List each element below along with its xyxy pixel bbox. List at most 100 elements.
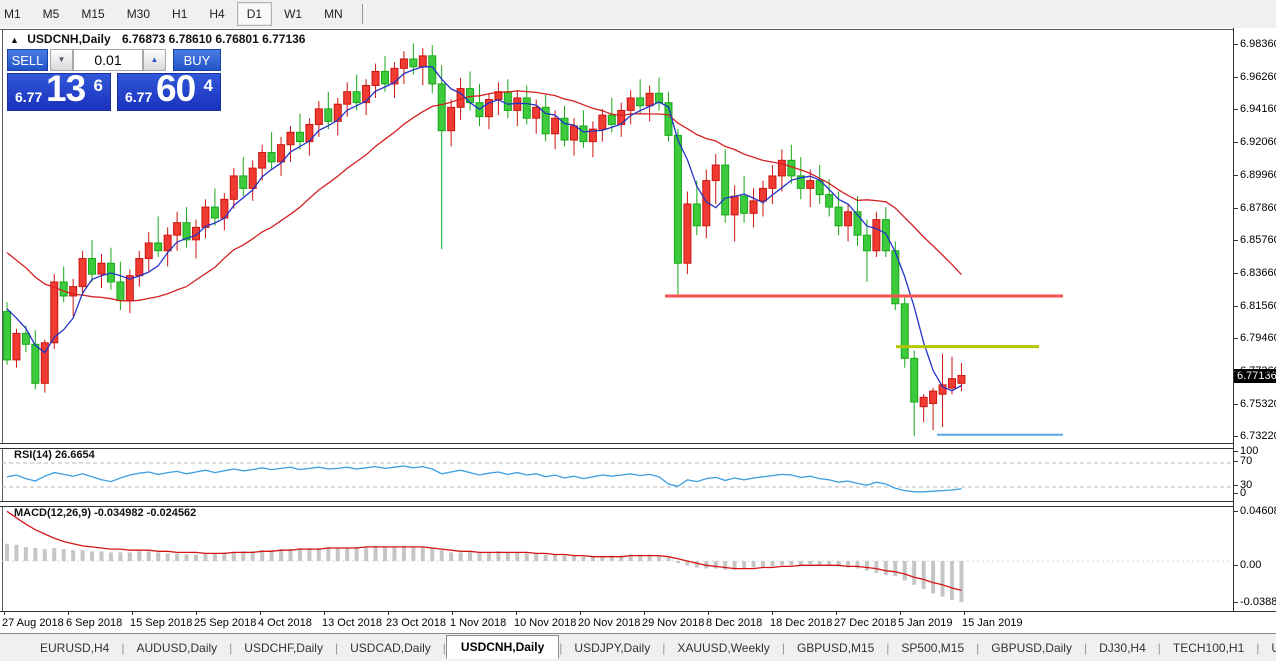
timeframe-button-h1[interactable]: H1 — [162, 2, 197, 26]
axis-tick — [1234, 208, 1238, 209]
sell-price-display[interactable]: 6.77 13 6 — [7, 73, 111, 111]
price-axis-label: 6.89960 — [1240, 169, 1276, 181]
date-axis-label: 20 Nov 2018 — [578, 617, 640, 629]
axis-tick — [1234, 485, 1238, 486]
sell-button[interactable]: SELL — [7, 49, 48, 71]
date-axis-label: 10 Nov 2018 — [514, 617, 576, 629]
axis-tick — [1234, 404, 1238, 405]
sell-price-small: 6.77 — [15, 89, 42, 105]
chart-title: ▲ USDCNH,Daily 6.76873 6.78610 6.76801 6… — [10, 32, 305, 46]
price-axis[interactable]: 6.77136 6.983606.962606.941606.920606.89… — [1233, 28, 1276, 611]
symbol-tab-gbpusd[interactable]: GBPUSD,M15 — [785, 637, 886, 659]
axis-tick — [1234, 511, 1238, 512]
macd-indicator-pane[interactable] — [0, 505, 1233, 611]
axis-tick — [1234, 44, 1238, 45]
chart-symbol-title: USDCNH,Daily — [27, 32, 110, 46]
timeframe-button-h4[interactable]: H4 — [199, 2, 234, 26]
price-axis-label: 6.94160 — [1240, 103, 1276, 115]
axis-tick — [1234, 565, 1238, 566]
date-axis-tick — [708, 612, 709, 615]
buy-price-pip: 4 — [204, 76, 213, 96]
date-axis-label: 6 Sep 2018 — [66, 617, 122, 629]
price-axis-label: 6.79460 — [1240, 332, 1276, 344]
date-axis-label: 27 Dec 2018 — [834, 617, 896, 629]
collapse-panel-icon[interactable]: ▲ — [10, 35, 19, 45]
symbol-tab-usdcad[interactable]: USDCAD,Daily — [338, 637, 443, 659]
date-axis-tick — [260, 612, 261, 615]
date-axis-label: 25 Sep 2018 — [194, 617, 256, 629]
axis-tick — [1234, 461, 1238, 462]
price-axis-label: 6.75320 — [1240, 398, 1276, 410]
chart-ohlc-values: 6.76873 6.78610 6.76801 6.77136 — [122, 32, 306, 46]
date-axis-tick — [388, 612, 389, 615]
timeframe-button-m5[interactable]: M5 — [33, 2, 70, 26]
price-axis-label: 6.83660 — [1240, 267, 1276, 279]
axis-tick — [1234, 306, 1238, 307]
date-axis-tick — [196, 612, 197, 615]
symbol-tab-audusd[interactable]: AUDUSD,Daily — [124, 637, 229, 659]
symbol-tab-sp500[interactable]: SP500,M15 — [889, 637, 976, 659]
axis-tick — [1234, 273, 1238, 274]
toolbar-separator — [362, 4, 366, 24]
timeframe-button-mn[interactable]: MN — [314, 2, 353, 26]
macd-axis-label: -0.038842 — [1240, 596, 1276, 608]
axis-tick — [1234, 142, 1238, 143]
price-axis-label: 6.77360 — [1240, 365, 1276, 377]
axis-tick — [1234, 109, 1238, 110]
date-axis[interactable]: 27 Aug 20186 Sep 2018 15 Sep 201825 Sep 2… — [0, 611, 1276, 634]
symbol-tab-xauusd[interactable]: XAUUSD,Weekly — [665, 637, 781, 659]
rsi-axis-label: 70 — [1240, 455, 1252, 467]
axis-tick — [1234, 338, 1238, 339]
price-axis-label: 6.81560 — [1240, 300, 1276, 312]
price-axis-label: 6.98360 — [1240, 38, 1276, 50]
one-click-trade-panel: SELL ▼ 0.01 ▲ BUY 6.77 13 6 6.77 60 4 — [7, 49, 221, 111]
date-axis-label: 29 Nov 2018 — [642, 617, 704, 629]
rsi-indicator-pane[interactable] — [0, 447, 1233, 501]
timeframe-button-w1[interactable]: W1 — [274, 2, 312, 26]
price-axis-label: 6.87860 — [1240, 202, 1276, 214]
timeframe-button-m1[interactable]: M1 — [0, 2, 31, 26]
symbol-tab-tech100[interactable]: TECH100,H1 — [1161, 637, 1256, 659]
date-axis-tick — [772, 612, 773, 615]
rsi-axis-label: 0 — [1240, 487, 1246, 499]
symbol-tab-gbpusd[interactable]: GBPUSD,Daily — [979, 637, 1084, 659]
symbol-tab-usdcnh[interactable]: USDCNH,Daily — [446, 635, 559, 659]
buy-price-small: 6.77 — [125, 89, 152, 105]
date-axis-tick — [516, 612, 517, 615]
macd-axis-label: 0.04608 — [1240, 505, 1276, 517]
axis-tick — [1234, 451, 1238, 452]
buy-price-big: 60 — [156, 68, 195, 110]
buy-price-display[interactable]: 6.77 60 4 — [117, 73, 221, 111]
date-axis-label: 5 Jan 2019 — [898, 617, 952, 629]
axis-tick — [1234, 175, 1238, 176]
rsi-label: RSI(14) 26.6654 — [14, 449, 95, 461]
axis-tick — [1234, 436, 1238, 437]
chart-window: ▲ USDCNH,Daily 6.76873 6.78610 6.76801 6… — [0, 28, 1276, 633]
date-axis-label: 23 Oct 2018 — [386, 617, 446, 629]
macd-label: MACD(12,26,9) -0.034982 -0.024562 — [14, 507, 196, 519]
date-axis-label: 18 Dec 2018 — [770, 617, 832, 629]
timeframe-button-m15[interactable]: M15 — [71, 2, 114, 26]
chart-tab-bar: EURUSD,H4|AUDUSD,Daily|USDCHF,Daily|USDC… — [0, 633, 1276, 661]
symbol-tab-usdchf[interactable]: USDCHF,Daily — [232, 637, 335, 659]
date-axis-label: 13 Oct 2018 — [322, 617, 382, 629]
symbol-tab-eurusd[interactable]: EURUSD,H4 — [28, 637, 121, 659]
date-axis-label: 4 Oct 2018 — [258, 617, 312, 629]
symbol-tab-ukoil[interactable]: UKOil,H1 — [1259, 637, 1276, 659]
date-axis-tick — [580, 612, 581, 615]
date-axis-tick — [900, 612, 901, 615]
date-axis-label: 15 Sep 2018 — [130, 617, 192, 629]
chevron-down-icon: ▼ — [58, 55, 66, 64]
price-axis-label: 6.85760 — [1240, 234, 1276, 246]
timeframe-button-d1[interactable]: D1 — [237, 2, 272, 26]
date-axis-tick — [964, 612, 965, 615]
axis-tick — [1234, 371, 1238, 372]
symbol-tab-dj30[interactable]: DJ30,H4 — [1087, 637, 1158, 659]
date-axis-label: 27 Aug 2018 — [2, 617, 64, 629]
sell-price-pip: 6 — [94, 76, 103, 96]
symbol-tab-usdjpy[interactable]: USDJPY,Daily — [562, 637, 662, 659]
chevron-up-icon: ▲ — [151, 55, 159, 64]
timeframe-button-m30[interactable]: M30 — [117, 2, 160, 26]
axis-tick — [1234, 77, 1238, 78]
date-axis-label: 8 Dec 2018 — [706, 617, 762, 629]
